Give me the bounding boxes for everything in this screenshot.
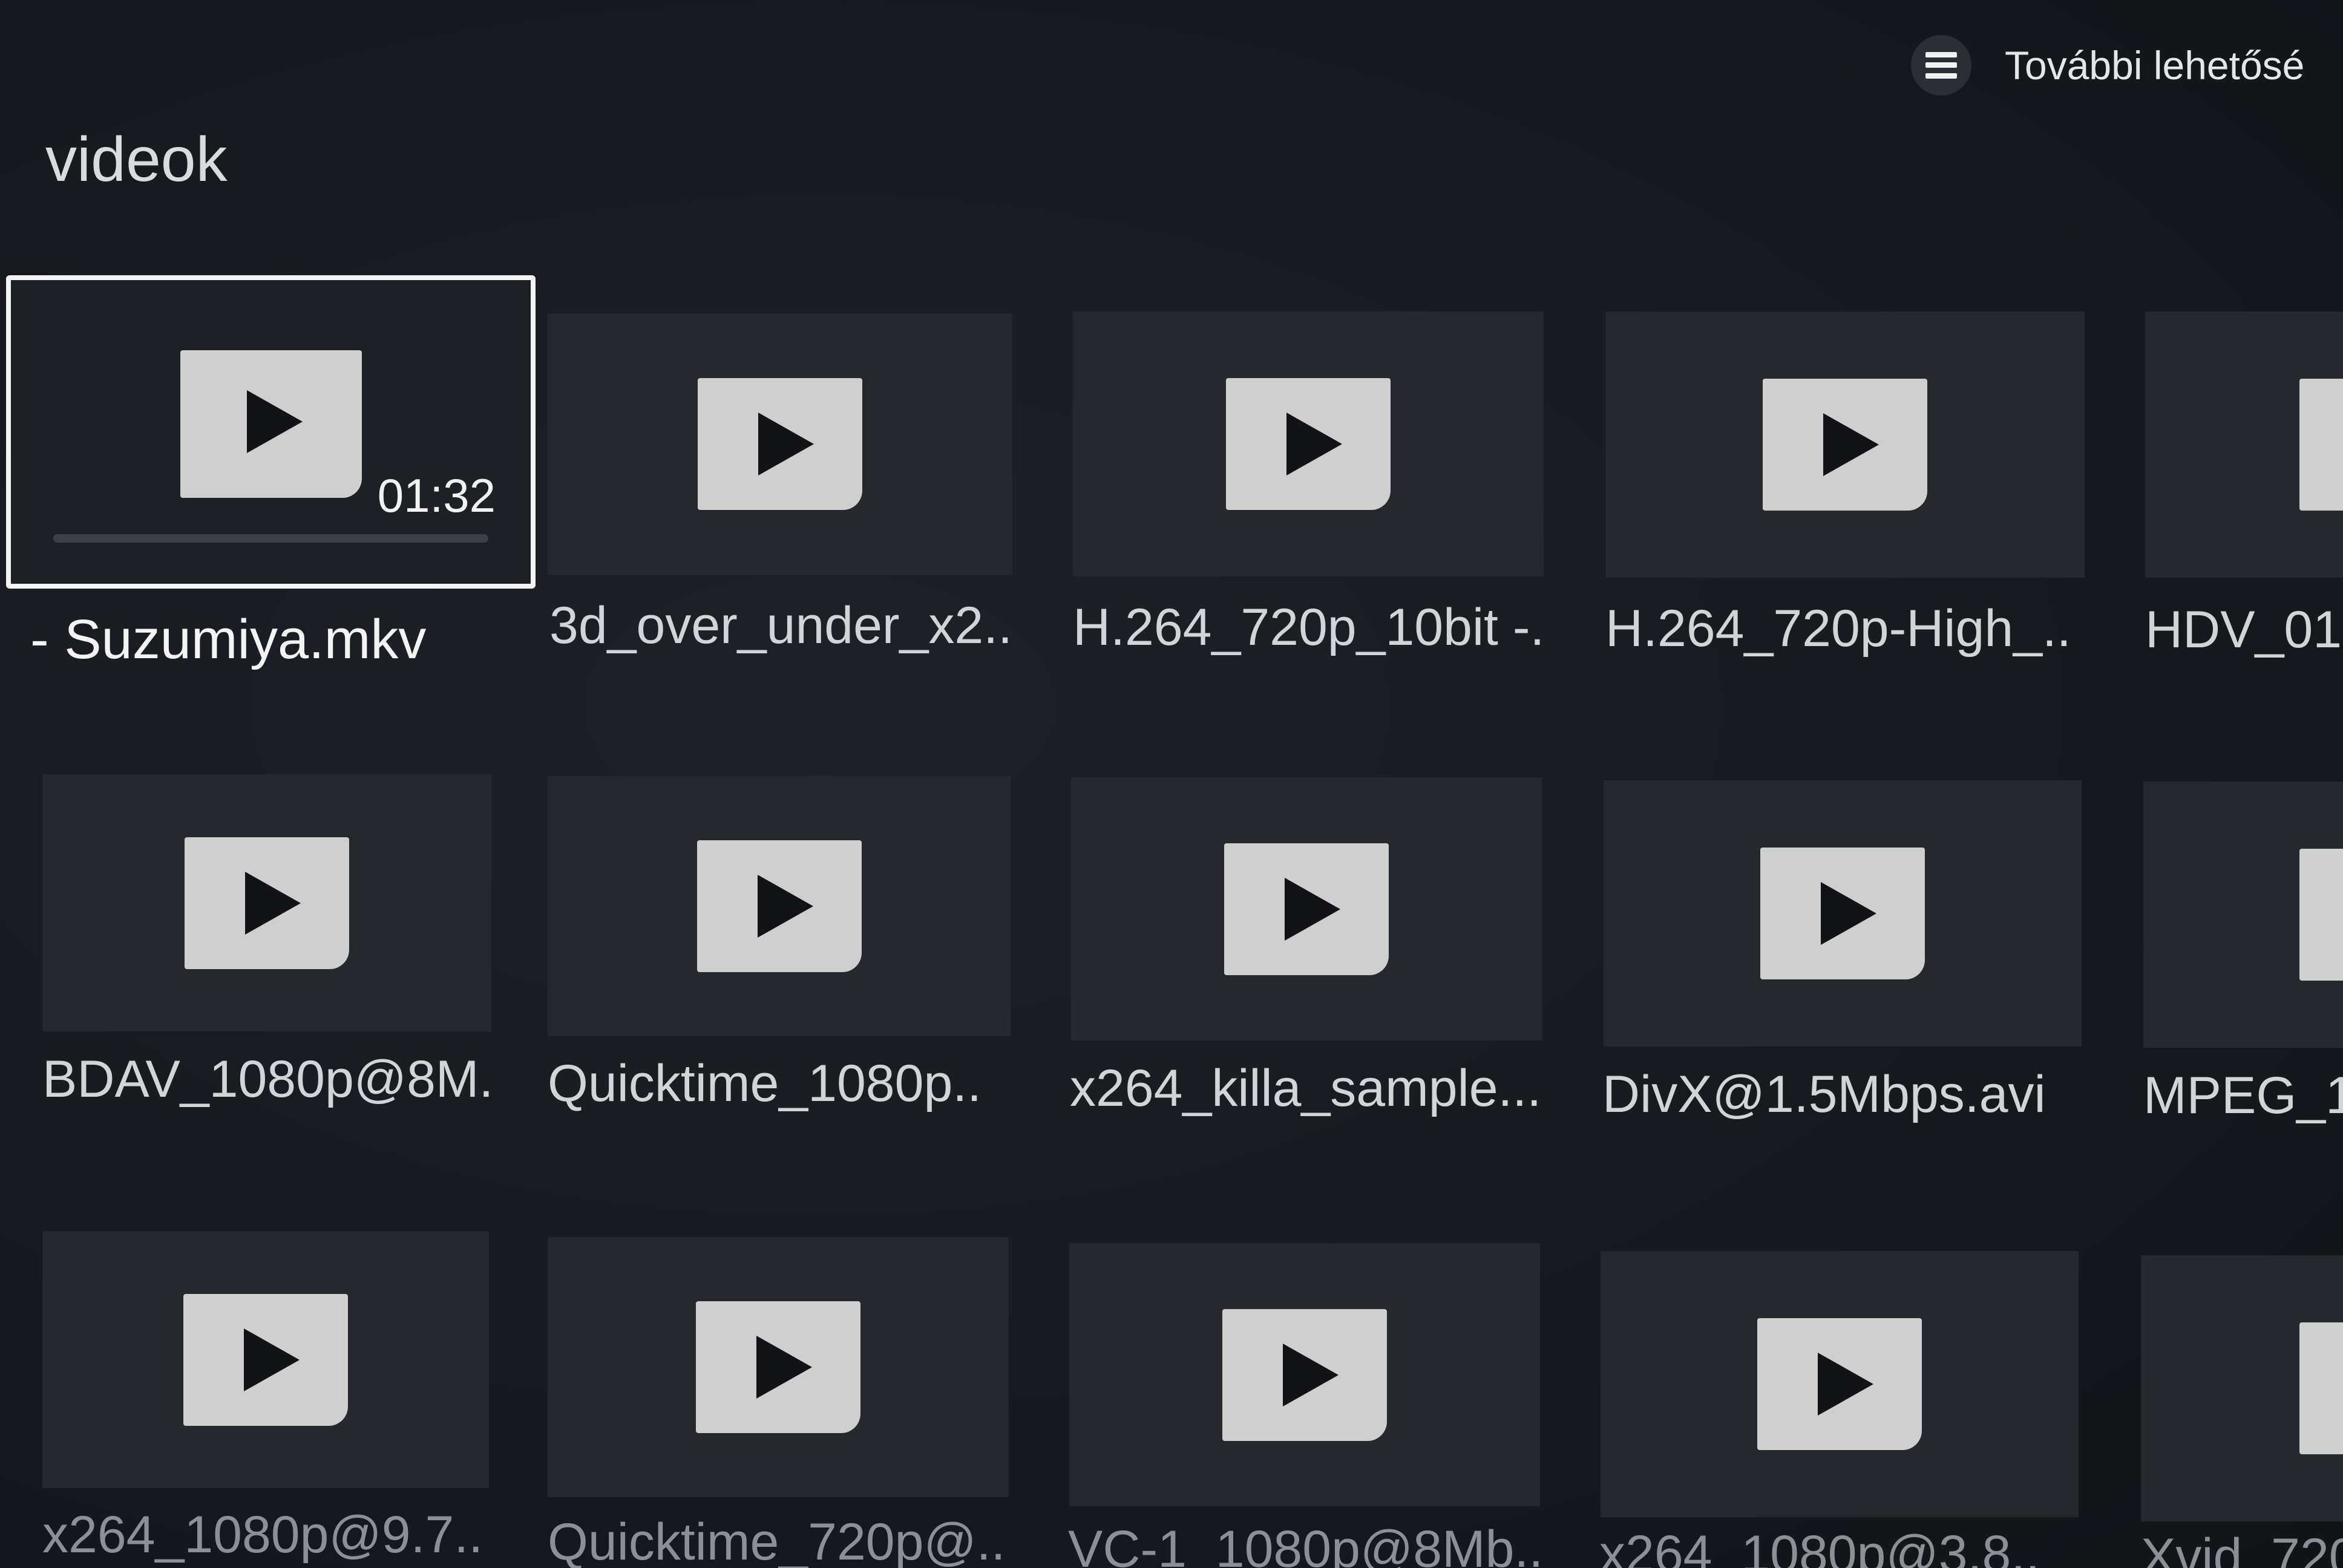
video-tile[interactable] [548, 313, 1012, 575]
video-duration: 01:32 [377, 469, 496, 522]
video-tile[interactable] [2145, 312, 2343, 578]
video-tile[interactable] [42, 1231, 489, 1488]
video-tile-selected[interactable]: 01:32 [6, 275, 536, 589]
video-tile[interactable] [548, 776, 1011, 1036]
play-icon [696, 1301, 860, 1433]
video-tile[interactable] [1069, 1243, 1540, 1506]
video-title: x264_1080p@3.8.. [1599, 1525, 2040, 1568]
video-tile[interactable] [1073, 312, 1544, 577]
video-tile[interactable] [2141, 1255, 2343, 1521]
video-title: MPEG_1 [2143, 1067, 2343, 1125]
play-icon [696, 840, 862, 972]
play-icon [1224, 843, 1389, 975]
more-options-menu[interactable]: További lehetősé [1911, 35, 2305, 96]
video-title: - Suzumiya.mkv [30, 609, 427, 670]
video-title: DivX@1.5Mbps.avi [1602, 1065, 2046, 1123]
play-icon [185, 837, 349, 969]
video-title: Quicktime_720p@.. [548, 1513, 1006, 1568]
video-title: H.264_720p_10bit -.. [1073, 598, 1545, 656]
video-title: VC-1_1080p@8Mb.. [1068, 1520, 1543, 1568]
more-options-label: További lehetősé [2005, 43, 2305, 88]
menu-icon[interactable] [1911, 35, 1971, 96]
hamburger-icon [1925, 52, 1957, 79]
video-tile[interactable] [1071, 777, 1542, 1040]
video-title: Xvid_720 [2141, 1528, 2343, 1568]
play-icon [2299, 1322, 2343, 1454]
video-title: H.264_720p-High_.. [1605, 599, 2071, 658]
play-icon [180, 350, 362, 498]
play-icon [1222, 1308, 1387, 1441]
play-icon [2299, 379, 2343, 511]
play-icon [1757, 1318, 1922, 1450]
video-title: BDAV_1080p@8M.. [42, 1050, 496, 1108]
video-title: x264_1080p@9.7.. [42, 1506, 483, 1564]
progress-bar [53, 534, 488, 543]
video-tile[interactable] [1601, 1251, 2079, 1517]
play-icon [183, 1293, 348, 1426]
video-tile[interactable] [1604, 780, 2082, 1047]
video-tile[interactable] [42, 774, 491, 1031]
play-icon [1226, 378, 1391, 510]
play-icon [1760, 848, 1925, 979]
video-title: x264_killa_sample... [1070, 1059, 1542, 1117]
video-tile[interactable] [1605, 312, 2085, 578]
video-title: 3d_over_under_x2.. [549, 596, 1009, 655]
video-title: Quicktime_1080p.. [548, 1054, 982, 1112]
video-tile[interactable] [548, 1237, 1009, 1497]
page-title: videok [45, 125, 228, 195]
play-icon [2299, 849, 2343, 981]
play-icon [1763, 379, 1927, 511]
video-tile[interactable] [2143, 782, 2343, 1048]
play-icon [698, 378, 862, 510]
video-title: HDV_01 [2145, 601, 2342, 659]
